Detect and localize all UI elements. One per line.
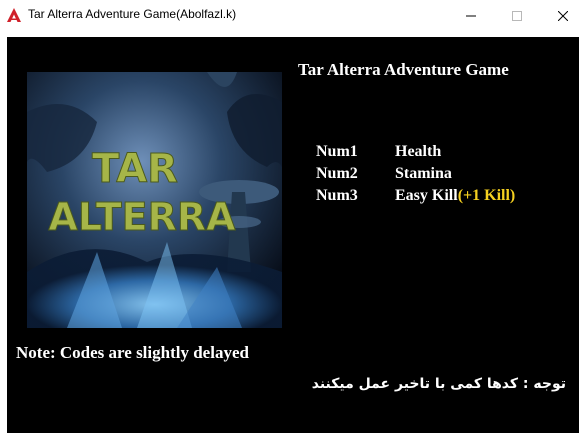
game-title: Tar Alterra Adventure Game xyxy=(298,60,509,79)
delay-note-english: Note: Codes are slightly delayed xyxy=(16,343,249,362)
hotkey-action-label: Easy Kill xyxy=(395,187,458,204)
hotkey-extra: (+1 Kill) xyxy=(457,187,516,204)
window-title: Tar Alterra Adventure Game(Abolfazl.k) xyxy=(28,7,237,21)
maximize-icon xyxy=(512,6,522,25)
title-bar[interactable]: Tar Alterra Adventure Game(Abolfazl.k) xyxy=(0,0,586,30)
app-logo-icon xyxy=(6,7,22,23)
cover-logo-line1: TAR xyxy=(92,146,178,192)
hotkey-action: Health xyxy=(395,143,441,161)
hotkey-key: Num1 xyxy=(316,143,358,160)
close-icon xyxy=(557,6,569,25)
minimize-button[interactable] xyxy=(448,0,494,30)
cover-logo-line2: ALTERRA xyxy=(48,195,236,239)
game-cover-art: TAR ALTERRA xyxy=(27,72,282,328)
delay-note-persian: توجه : کدها کمی با تاخیر عمل میکنند xyxy=(311,376,566,392)
hotkey-action: Stamina xyxy=(395,165,452,183)
close-button[interactable] xyxy=(540,0,586,30)
hotkey-action: Easy Kill(+1 Kill) xyxy=(395,187,515,205)
hotkey-key: Num2 xyxy=(316,165,358,182)
hotkey-action-label: Health xyxy=(395,143,442,160)
maximize-button[interactable] xyxy=(494,0,540,30)
hotkey-key: Num3 xyxy=(316,187,358,204)
hotkey-action-label: Stamina xyxy=(395,165,452,182)
minimize-icon xyxy=(466,6,476,25)
